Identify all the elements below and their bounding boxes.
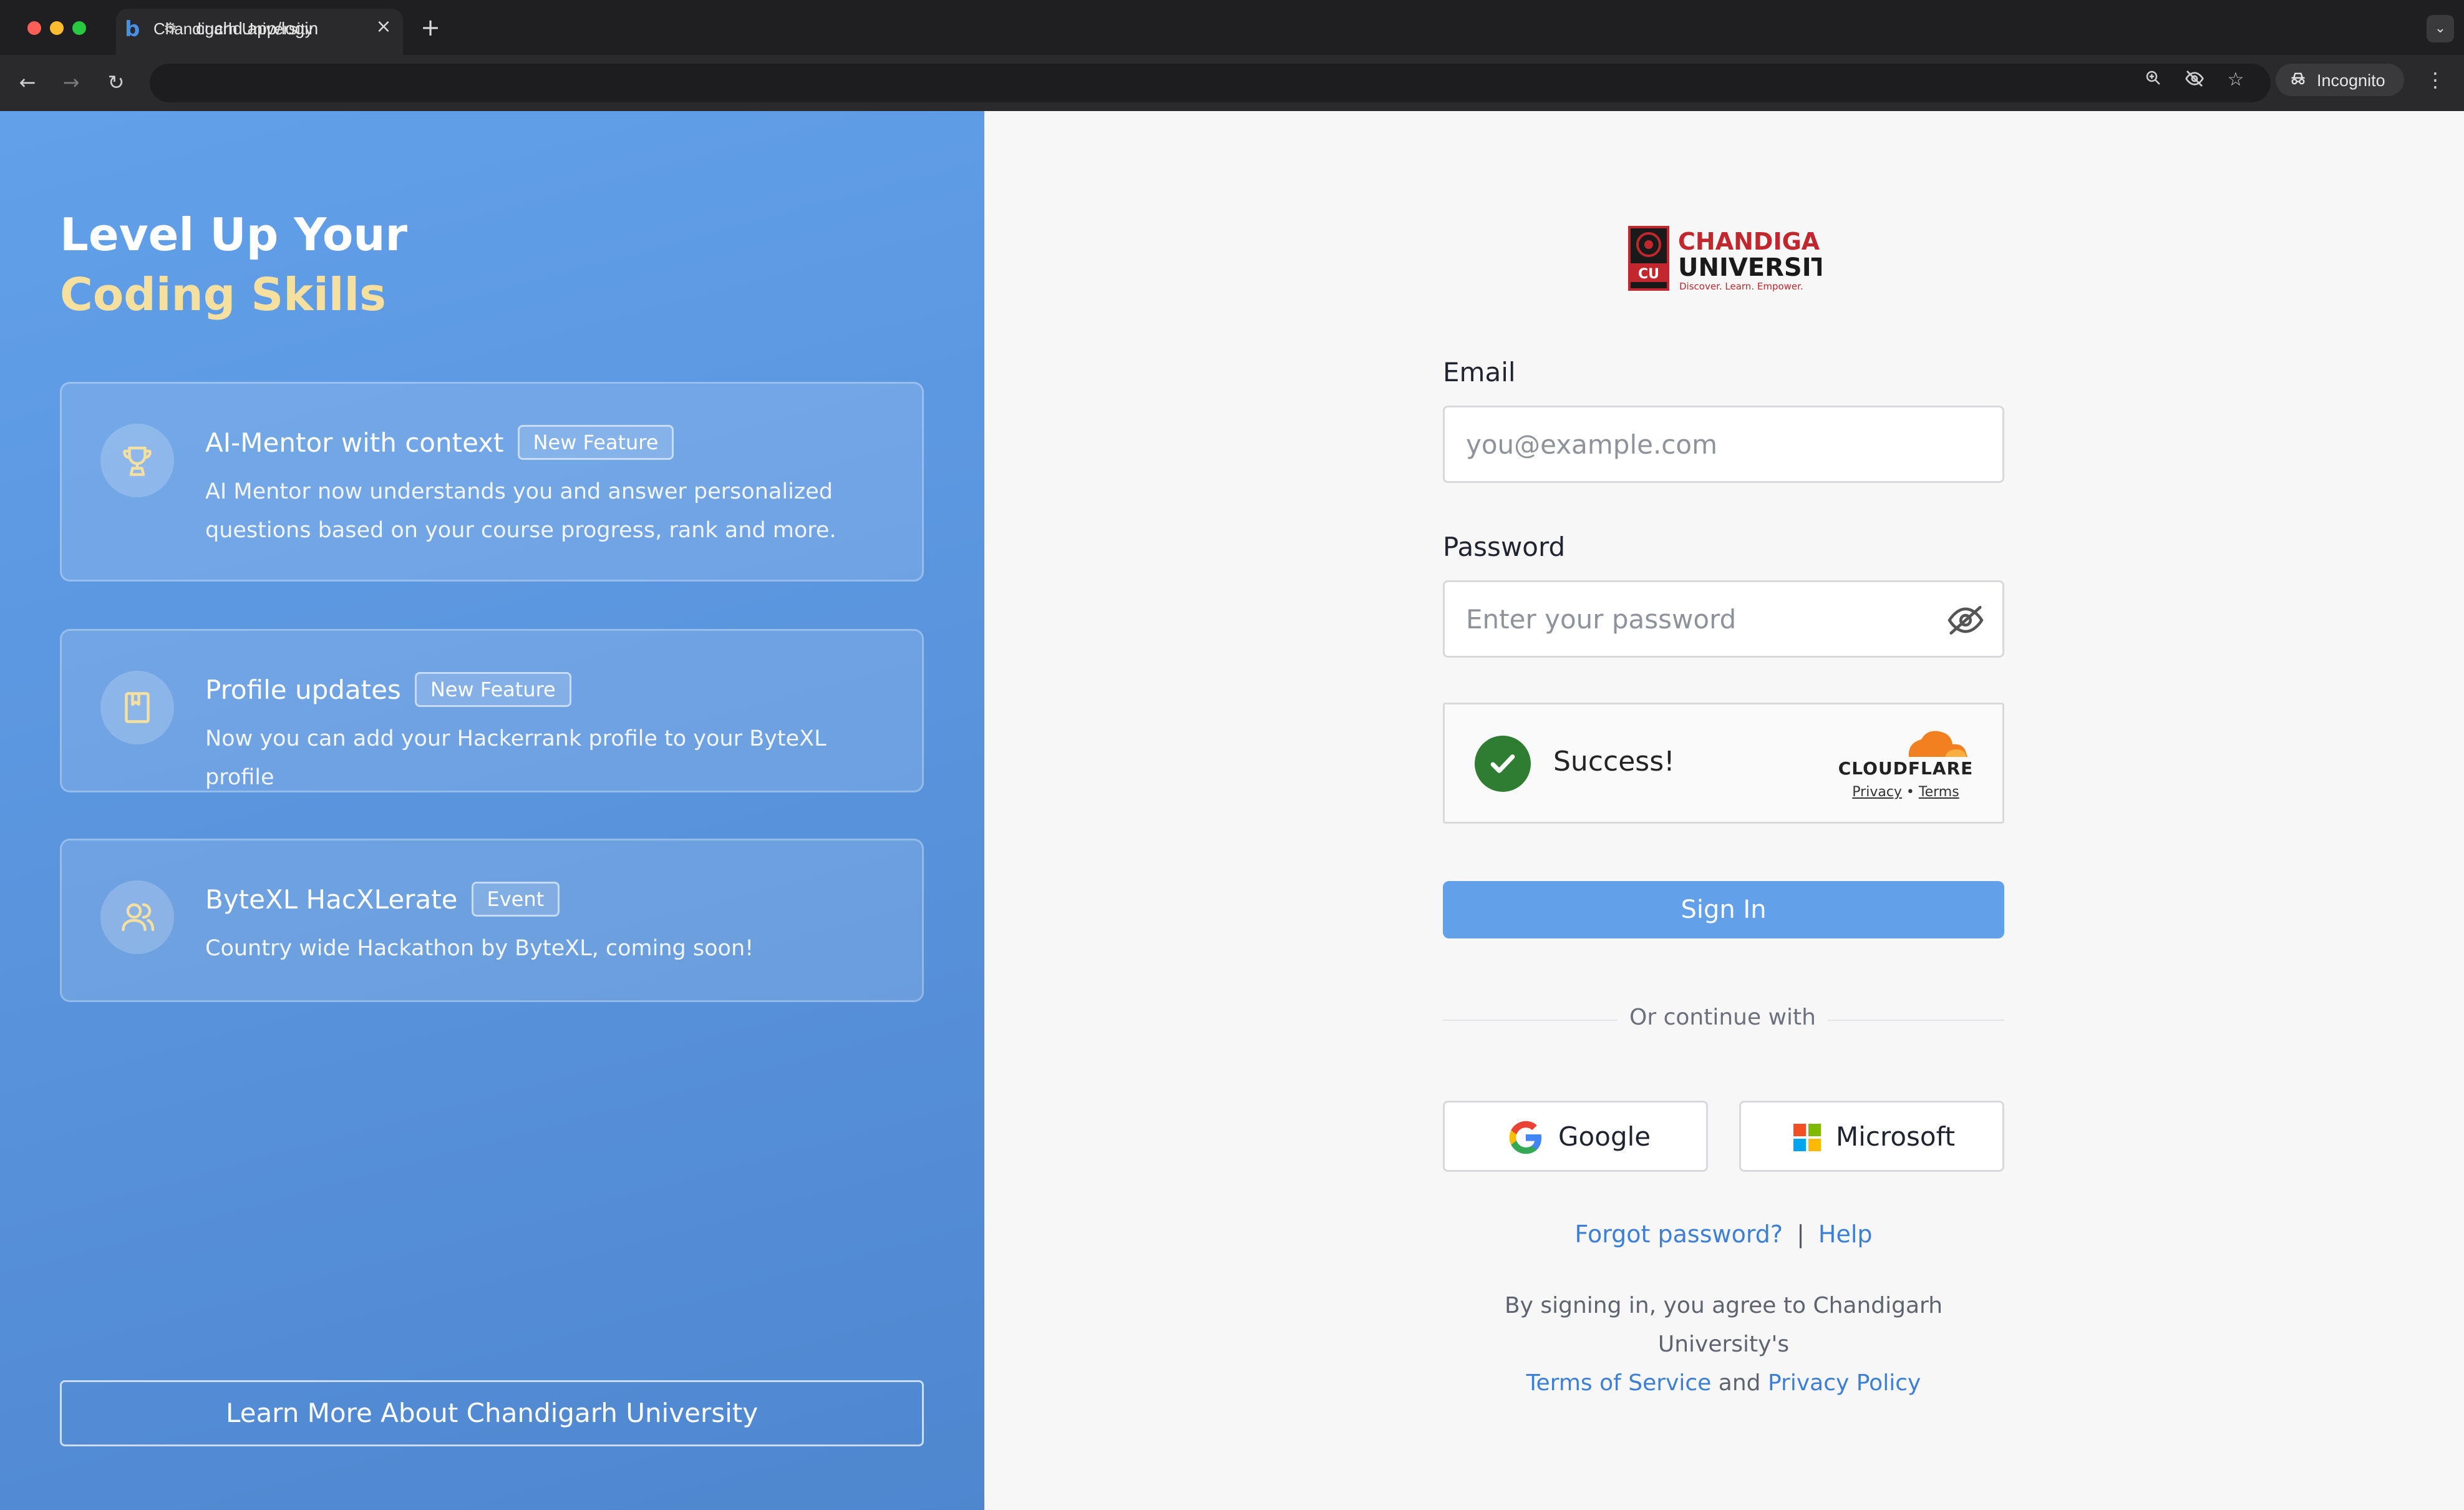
close-window-button[interactable] <box>27 21 41 35</box>
privacy-policy-link[interactable]: Privacy Policy <box>1768 1370 1921 1396</box>
svg-text:Discover. Learn. Empower.: Discover. Learn. Empower. <box>1679 281 1803 292</box>
password-field[interactable] <box>1466 582 1940 656</box>
separator: | <box>1797 1220 1805 1248</box>
tab-close-icon[interactable]: × <box>374 17 393 36</box>
page: Level Up Your Coding Skills AI-Mentor wi… <box>0 111 2464 1510</box>
terms-and: and <box>1718 1370 1761 1396</box>
email-field[interactable] <box>1466 407 1940 481</box>
forgot-password-link[interactable]: Forgot password? <box>1574 1220 1783 1248</box>
password-label: Password <box>1443 532 1566 562</box>
captcha-privacy-link[interactable]: Privacy <box>1852 784 1902 800</box>
incognito-label: Incognito <box>2317 71 2385 90</box>
check-icon <box>1475 736 1531 792</box>
feature-title: Profile updates New Feature <box>205 672 571 707</box>
help-link[interactable]: Help <box>1818 1220 1873 1248</box>
hero-line-1: Level Up Your <box>60 208 408 261</box>
captcha-terms-link[interactable]: Terms <box>1919 784 1959 800</box>
divider-line <box>1828 1020 2004 1021</box>
forward-icon[interactable]: → <box>57 69 85 96</box>
feature-badge: New Feature <box>414 672 571 707</box>
feature-card: Profile updates New Feature Now you can a… <box>60 629 924 792</box>
svg-text:CU: CU <box>1638 266 1659 282</box>
feature-title: AI-Mentor with context New Feature <box>205 425 674 460</box>
browser-chrome: b Chandigarh University × + ⌄ ← → ↻ ⚙ cu… <box>0 0 2464 111</box>
feature-description: Now you can add your Hackerrank profile … <box>205 726 827 790</box>
captcha-links: Privacy • Terms <box>1852 784 1959 800</box>
help-links: Forgot password? | Help <box>1443 1220 2004 1248</box>
feature-title: ByteXL HacXLerate Event <box>205 882 560 917</box>
university-logo: CU CHANDIGARH UNIVERSITY Discover. Learn… <box>1628 226 1821 292</box>
back-icon[interactable]: ← <box>14 69 41 96</box>
email-field-wrapper <box>1443 406 2004 483</box>
favicon-icon: b <box>125 17 140 42</box>
promo-panel: Level Up Your Coding Skills AI-Mentor wi… <box>0 111 984 1510</box>
microsoft-sign-in-button[interactable]: Microsoft <box>1739 1101 2004 1172</box>
incognito-icon <box>2288 70 2308 90</box>
browser-menu-icon[interactable]: ⋮ <box>2423 67 2448 92</box>
toolbar: ← → ↻ <box>0 55 2464 111</box>
bookmark-icon <box>100 671 174 744</box>
svg-text:UNIVERSITY: UNIVERSITY <box>1678 253 1821 282</box>
sign-in-button[interactable]: Sign In <box>1443 881 2004 938</box>
reload-icon[interactable]: ↻ <box>102 69 130 96</box>
google-label: Google <box>1558 1121 1651 1152</box>
trophy-icon <box>100 424 174 497</box>
microsoft-label: Microsoft <box>1836 1121 1956 1152</box>
terms-notice: By signing in, you agree to Chandigarh U… <box>1443 1287 2004 1403</box>
zoom-icon[interactable] <box>2142 69 2165 91</box>
feature-badge: Event <box>471 882 560 917</box>
login-panel: CU CHANDIGARH UNIVERSITY Discover. Learn… <box>984 111 2464 1510</box>
eye-off-icon[interactable] <box>2183 69 2206 91</box>
cloudflare-wordmark: CLOUDFLARE <box>1838 758 1974 779</box>
divider-line <box>1443 1020 1618 1021</box>
toggle-password-visibility-icon[interactable] <box>1946 601 1985 640</box>
new-tab-icon[interactable]: + <box>418 15 443 40</box>
hero-line-2: Coding Skills <box>60 268 387 321</box>
bookmark-star-icon[interactable]: ☆ <box>2224 69 2247 91</box>
learn-more-button[interactable]: Learn More About Chandigarh University <box>60 1380 924 1446</box>
tab-search-icon[interactable]: ⌄ <box>2427 15 2454 42</box>
email-label: Email <box>1443 357 1516 387</box>
feature-description: AI Mentor now understands you and answer… <box>205 479 837 543</box>
svg-text:CHANDIGARH: CHANDIGARH <box>1678 228 1821 255</box>
password-field-wrapper <box>1443 580 2004 658</box>
users-icon <box>100 880 174 954</box>
terms-of-service-link[interactable]: Terms of Service <box>1526 1370 1712 1396</box>
google-icon <box>1509 1121 1541 1154</box>
address-bar[interactable] <box>150 64 2271 102</box>
microsoft-icon <box>1793 1124 1821 1151</box>
divider-text: Or continue with <box>1629 1005 1816 1030</box>
site-info-icon[interactable]: ⚙ <box>161 19 180 37</box>
feature-card: ByteXL HacXLerate Event Country wide Hack… <box>60 839 924 1002</box>
captcha-status: Success! <box>1553 746 1675 777</box>
terms-prefix: By signing in, you agree to Chandigarh U… <box>1504 1293 1943 1357</box>
feature-description: Country wide Hackathon by ByteXL, coming… <box>205 936 754 961</box>
feature-card: AI-Mentor with context New Feature AI Men… <box>60 382 924 582</box>
maximize-window-button[interactable] <box>72 21 86 35</box>
minimize-window-button[interactable] <box>50 21 64 35</box>
captcha-widget[interactable]: Success! CLOUDFLARE Privacy • Terms <box>1443 703 2004 824</box>
url-text[interactable]: cuchd.app/login <box>196 19 318 39</box>
hero-heading: Level Up Your Coding Skills <box>60 205 407 324</box>
google-sign-in-button[interactable]: Google <box>1443 1101 1708 1172</box>
feature-badge: New Feature <box>517 425 674 460</box>
